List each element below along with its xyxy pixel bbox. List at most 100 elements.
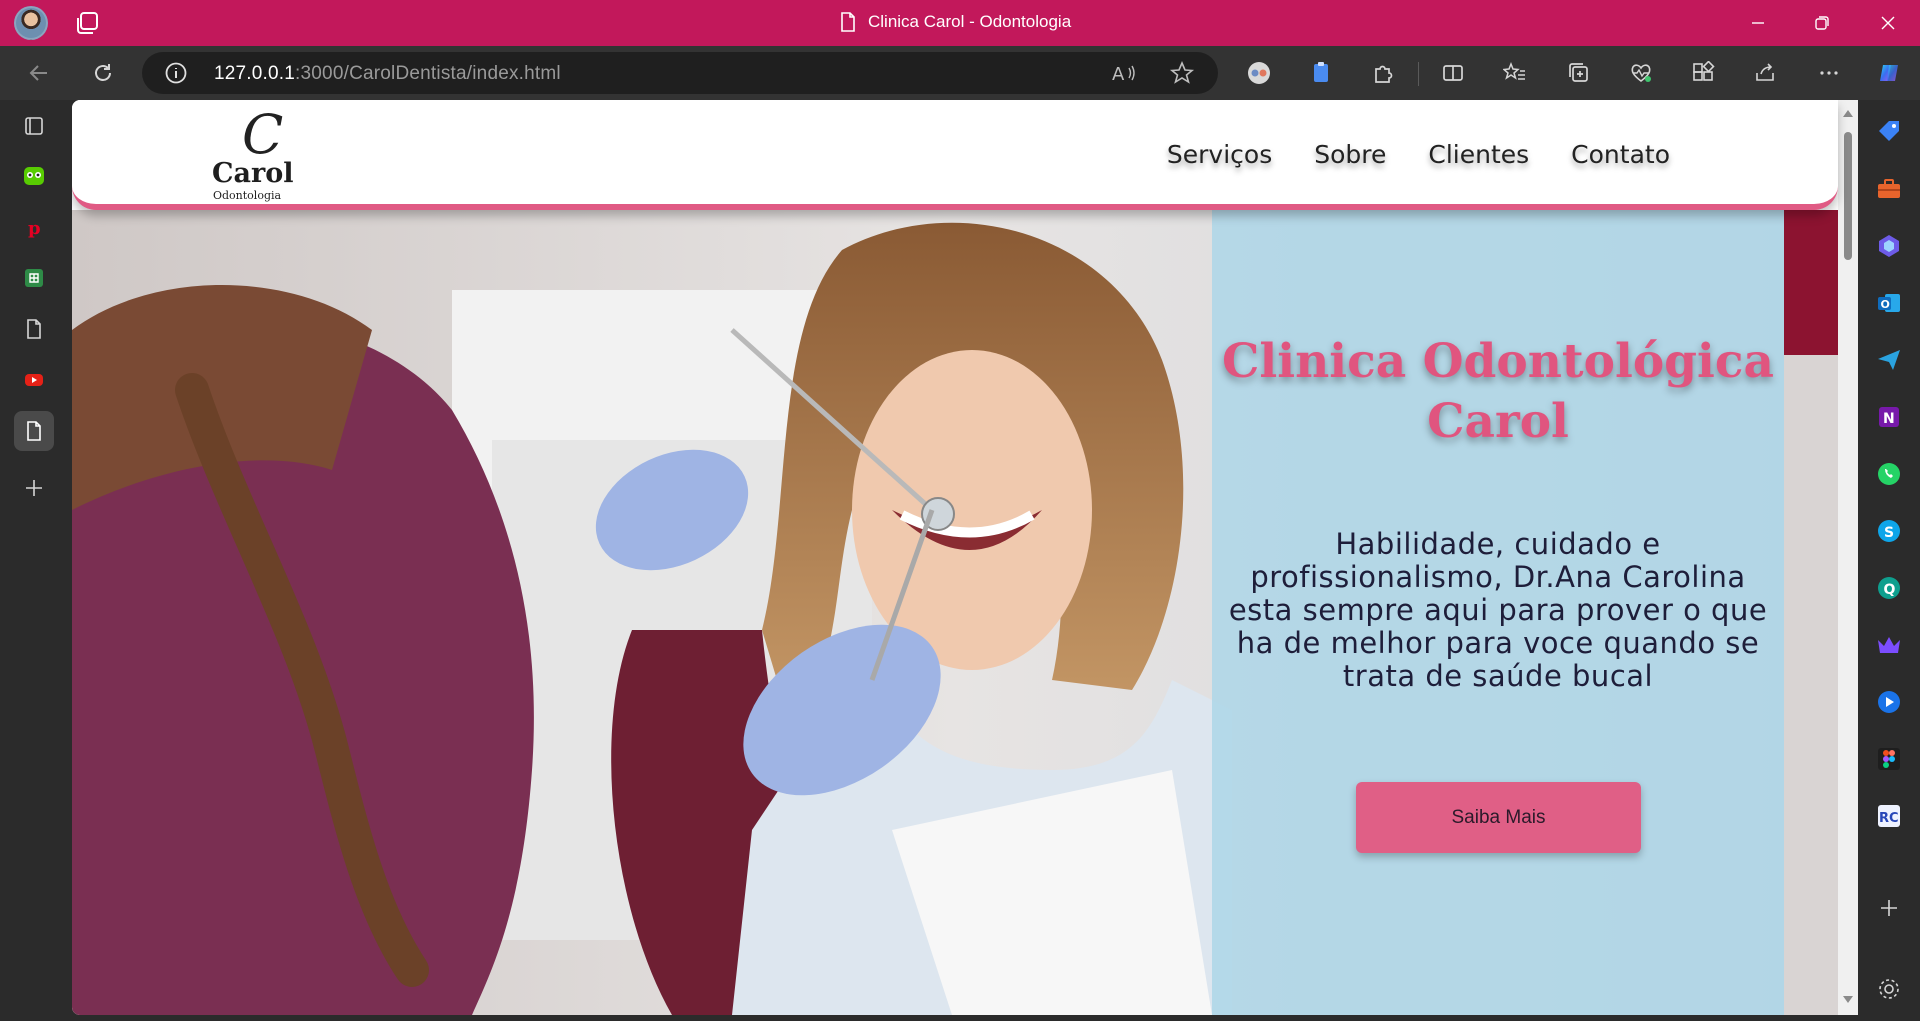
main-nav: Serviços Sobre Clientes Contato — [1167, 140, 1670, 169]
close-button[interactable] — [1858, 0, 1918, 46]
hero-description: Habilidade, cuidado e profissionalismo, … — [1228, 527, 1768, 693]
page-scrollbar[interactable] — [1838, 100, 1858, 1015]
title-bar: Clinica Carol - Odontologia — [0, 0, 1920, 46]
refresh-button[interactable] — [84, 55, 122, 91]
apps-grid-icon — [1693, 61, 1715, 81]
pinterest-icon: p — [28, 218, 41, 239]
scroll-down-icon[interactable] — [1842, 995, 1854, 1005]
page-icon — [27, 421, 41, 441]
back-button[interactable] — [20, 55, 58, 91]
workspaces-icon — [25, 117, 43, 135]
read-aloud-icon[interactable]: A — [1110, 60, 1138, 86]
tab-actions-icon[interactable] — [74, 10, 102, 36]
url-text[interactable]: 127.0.0.1:3000/CarolDentista/index.html — [214, 63, 561, 85]
logo-mark: C — [242, 103, 284, 166]
outlook-icon: O — [1878, 294, 1900, 312]
tab-page-1[interactable] — [14, 309, 54, 349]
whatsapp-button[interactable] — [1874, 459, 1904, 489]
favorites-list-icon — [1503, 61, 1525, 80]
add-icon — [26, 480, 42, 496]
split-screen-button[interactable] — [1434, 55, 1472, 91]
outlook-button[interactable]: O — [1874, 288, 1904, 318]
search-q-button[interactable]: Q — [1874, 573, 1904, 603]
rc-button[interactable]: RC — [1874, 801, 1904, 831]
duolingo-icon — [24, 167, 44, 185]
youtube-icon — [25, 374, 43, 386]
tab-youtube[interactable] — [14, 360, 54, 400]
clipboard-icon — [1314, 62, 1328, 82]
tag-icon — [1879, 121, 1899, 141]
svg-text:S: S — [1884, 525, 1894, 541]
send-icon — [1878, 350, 1900, 370]
onenote-button[interactable]: N — [1874, 402, 1904, 432]
share-button[interactable] — [1746, 55, 1784, 91]
new-tab-button[interactable] — [14, 468, 54, 508]
profile-avatar[interactable] — [14, 6, 48, 40]
right-sidebar: O N S Q RC — [1858, 100, 1920, 1021]
hero-section: Clinica Odontológica Carol Habilidade, c… — [72, 210, 1838, 1015]
onenote-icon: N — [1879, 407, 1899, 427]
apps-button[interactable] — [1684, 55, 1722, 91]
extension-clipboard-button[interactable] — [1302, 55, 1340, 91]
refresh-icon — [95, 64, 111, 81]
tools-button[interactable] — [1874, 174, 1904, 204]
extension-glasses-button[interactable] — [1240, 55, 1278, 91]
collections-button[interactable] — [1560, 55, 1598, 91]
nav-sobre[interactable]: Sobre — [1314, 140, 1386, 169]
copilot-icon — [1879, 235, 1899, 257]
skype-icon: S — [1878, 520, 1900, 542]
background-edge — [1784, 210, 1838, 1015]
player-button[interactable] — [1874, 687, 1904, 717]
rc-icon: RC — [1878, 805, 1900, 827]
crown-button[interactable] — [1874, 630, 1904, 660]
logo-name: Carol — [212, 158, 294, 189]
workspaces-button[interactable] — [14, 106, 54, 146]
favorites-button[interactable] — [1496, 55, 1534, 91]
glasses-icon — [1248, 62, 1270, 84]
settings-icon — [1879, 979, 1899, 999]
nav-contato[interactable]: Contato — [1571, 140, 1670, 169]
favorite-star-icon[interactable] — [1168, 60, 1196, 86]
copilot-side-button[interactable] — [1874, 231, 1904, 261]
page-icon — [27, 319, 41, 339]
tab-pinterest[interactable]: p — [14, 207, 54, 247]
tab-spreadsheet[interactable] — [14, 258, 54, 298]
svg-text:A: A — [1112, 64, 1125, 85]
scroll-up-icon[interactable] — [1842, 108, 1854, 118]
scrollbar-thumb[interactable] — [1844, 132, 1852, 260]
site-info-icon[interactable] — [164, 61, 188, 85]
saiba-mais-button[interactable]: Saiba Mais — [1356, 782, 1641, 853]
svg-text:p: p — [28, 218, 41, 239]
puzzle-icon — [1375, 65, 1393, 83]
heart-pulse-icon — [1631, 64, 1651, 83]
add-sidebar-app-button[interactable] — [1874, 893, 1904, 923]
window-title: Clinica Carol - Odontologia — [840, 12, 1071, 32]
browser-toolbar: 127.0.0.1:3000/CarolDentista/index.html … — [0, 46, 1920, 100]
copilot-button[interactable] — [1870, 55, 1908, 91]
share-icon — [1756, 63, 1774, 81]
address-bar[interactable]: 127.0.0.1:3000/CarolDentista/index.html … — [142, 52, 1218, 94]
svg-text:N: N — [1883, 411, 1895, 427]
url-path: :3000/CarolDentista/index.html — [295, 63, 561, 84]
shopping-tag-button[interactable] — [1874, 116, 1904, 146]
tab-page-active[interactable] — [14, 411, 54, 451]
minimize-button[interactable] — [1728, 0, 1788, 46]
url-host: 127.0.0.1 — [214, 63, 296, 84]
crown-icon — [1878, 637, 1900, 653]
page-viewport: C Carol Odontologia Serviços Sobre Clien… — [72, 100, 1858, 1015]
figma-button[interactable] — [1874, 744, 1904, 774]
extensions-button[interactable] — [1364, 55, 1402, 91]
figma-icon — [1878, 748, 1900, 770]
send-button[interactable] — [1874, 345, 1904, 375]
sidebar-settings-button[interactable] — [1874, 974, 1904, 1004]
nav-clientes[interactable]: Clientes — [1428, 140, 1529, 169]
skype-button[interactable]: S — [1874, 516, 1904, 546]
performance-button[interactable] — [1622, 55, 1660, 91]
tab-duolingo[interactable] — [14, 156, 54, 196]
restore-button[interactable] — [1792, 0, 1852, 46]
nav-servicos[interactable]: Serviços — [1167, 140, 1272, 169]
search-q-icon: Q — [1878, 577, 1900, 599]
site-logo[interactable]: C Carol Odontologia — [202, 108, 312, 203]
more-menu-button[interactable] — [1810, 55, 1848, 91]
svg-text:Q: Q — [1884, 582, 1896, 598]
